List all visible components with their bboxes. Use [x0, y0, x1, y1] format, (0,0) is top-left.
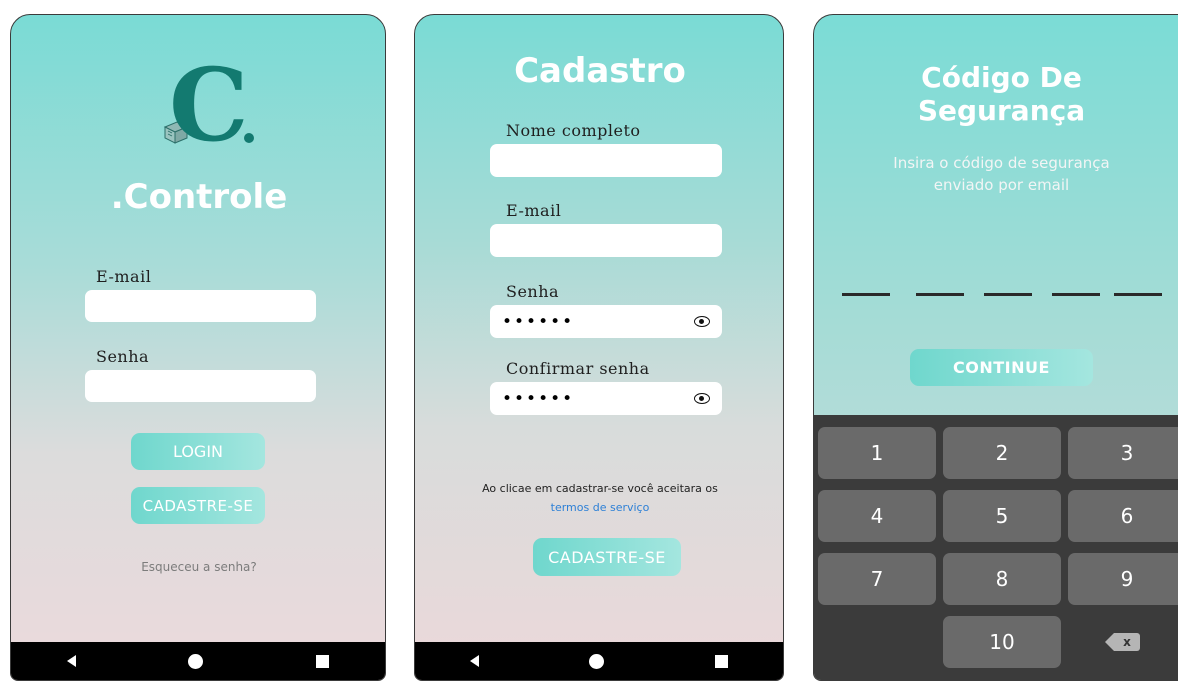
password-label: Senha [96, 347, 150, 366]
forgot-password-link[interactable]: Esqueceu a senha? [11, 560, 385, 574]
key-3[interactable]: 3 [1068, 427, 1178, 479]
terms-of-service-link[interactable]: termos de serviço [415, 501, 783, 514]
security-code-screen: Código De Segurança Insira o código de s… [813, 14, 1178, 681]
email-input[interactable] [85, 290, 316, 322]
signup-button[interactable]: CADASTRE-SE [131, 487, 265, 524]
email-input[interactable] [490, 224, 722, 257]
nav-recent-icon[interactable] [315, 654, 329, 668]
instructions-line-2: enviado por email [933, 176, 1070, 194]
numeric-keypad: 1 2 3 4 5 6 7 8 9 10 x [814, 415, 1178, 680]
continue-button[interactable]: CONTINUE [910, 349, 1093, 386]
nav-home-icon[interactable] [188, 653, 204, 669]
title-line-2: Segurança [917, 94, 1086, 127]
code-digit-slot[interactable] [1114, 293, 1162, 296]
code-digit-slot[interactable] [916, 293, 964, 296]
page-title: Cadastro [514, 51, 686, 91]
confirm-password-input[interactable]: •••••• [490, 382, 722, 415]
eye-icon[interactable] [694, 393, 710, 404]
backspace-key[interactable]: x [1068, 616, 1178, 668]
nav-back-icon[interactable] [67, 655, 77, 667]
login-button[interactable]: LOGIN [131, 433, 265, 470]
submit-signup-button[interactable]: CADASTRE-SE [533, 538, 681, 576]
password-input[interactable]: •••••• [490, 305, 722, 338]
terms-text: Ao clicae em cadastrar-se você aceitara … [482, 482, 718, 495]
confirm-password-label: Confirmar senha [506, 359, 650, 378]
key-6[interactable]: 6 [1068, 490, 1178, 542]
nav-recent-icon[interactable] [714, 654, 728, 668]
password-mask: •••••• [502, 311, 575, 332]
key-9[interactable]: 9 [1068, 553, 1178, 605]
nav-home-icon[interactable] [589, 653, 605, 669]
android-nav-bar [415, 642, 783, 680]
page-title: Código De Segurança [814, 61, 1178, 127]
password-label: Senha [506, 282, 560, 301]
instructions-text: Insira o código de segurança enviado por… [814, 152, 1178, 196]
full-name-input[interactable] [490, 144, 722, 177]
password-input[interactable] [85, 370, 316, 402]
code-digit-slot[interactable] [1052, 293, 1100, 296]
confirm-password-mask: •••••• [502, 388, 575, 409]
login-screen: C .Controle E-mail Senha LOGIN CADASTRE-… [10, 14, 386, 681]
eye-icon[interactable] [694, 316, 710, 327]
key-2[interactable]: 2 [943, 427, 1061, 479]
email-label: E-mail [96, 267, 152, 286]
full-name-label: Nome completo [506, 121, 641, 140]
key-1[interactable]: 1 [818, 427, 936, 479]
code-digit-slot[interactable] [984, 293, 1032, 296]
code-digit-slot[interactable] [842, 293, 890, 296]
app-name: .Controle [110, 177, 288, 217]
logo-dot [244, 133, 254, 143]
key-8[interactable]: 8 [943, 553, 1061, 605]
email-label: E-mail [506, 201, 562, 220]
instructions-line-1: Insira o código de segurança [893, 154, 1110, 172]
app-logo: C [169, 46, 249, 164]
key-5[interactable]: 5 [943, 490, 1061, 542]
key-4[interactable]: 4 [818, 490, 936, 542]
nav-back-icon[interactable] [470, 655, 480, 667]
register-screen: Cadastro Nome completo E-mail Senha ••••… [414, 14, 784, 681]
title-line-1: Código De [921, 61, 1082, 94]
android-nav-bar [11, 642, 385, 680]
key-7[interactable]: 7 [818, 553, 936, 605]
backspace-icon: x [1105, 633, 1140, 651]
key-10[interactable]: 10 [943, 616, 1061, 668]
